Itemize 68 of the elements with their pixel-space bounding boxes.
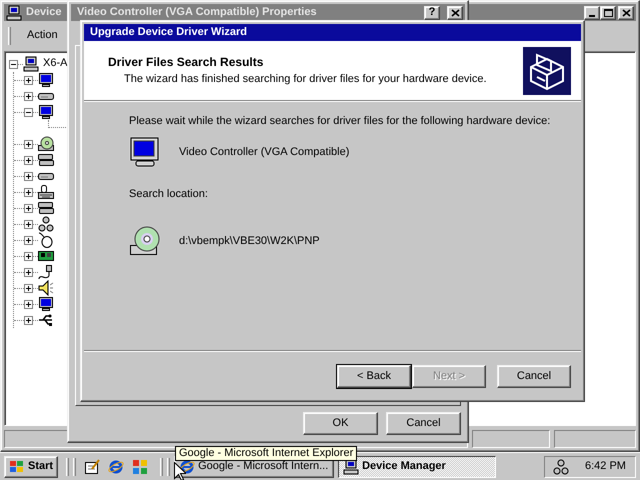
window-control-button[interactable] — [447, 6, 463, 20]
window-title: Device — [26, 6, 62, 20]
collapse-icon[interactable] — [9, 60, 18, 68]
tooltip-text: Google - Microsoft Internet Explorer — [175, 446, 358, 462]
taskbar-button[interactable]: Device Manager — [338, 456, 496, 478]
monitor-icon — [129, 136, 161, 168]
collapse-icon[interactable] — [24, 108, 33, 116]
circuit-card-icon — [38, 248, 54, 264]
button[interactable]: < Back — [337, 365, 411, 388]
browser-icon — [179, 458, 196, 474]
expand-icon[interactable] — [24, 140, 33, 148]
menu-item[interactable]: Action — [19, 29, 66, 43]
button[interactable]: Cancel — [386, 412, 461, 435]
close-icon — [450, 8, 460, 16]
close-icon — [622, 8, 630, 16]
expand-icon[interactable] — [24, 300, 33, 308]
expand-icon[interactable] — [24, 92, 33, 100]
expand-icon[interactable] — [24, 316, 33, 324]
computer-icon — [6, 4, 22, 20]
expand-icon[interactable] — [24, 236, 33, 244]
drive-stack-icon — [38, 152, 54, 168]
toolbar-grip — [8, 27, 11, 45]
monitor-icon — [38, 72, 54, 88]
help-button[interactable]: ? — [424, 6, 440, 20]
expand-icon[interactable] — [24, 156, 33, 164]
location-label: Search location: — [129, 188, 209, 202]
button[interactable]: OK — [303, 412, 378, 435]
expand-icon[interactable] — [24, 188, 33, 196]
header-title: Driver Files Search Results — [108, 54, 264, 70]
window-control-button[interactable] — [600, 6, 616, 20]
expand-icon[interactable] — [24, 252, 33, 260]
window-control-button[interactable] — [618, 6, 634, 20]
location-path: d:\vbempk\VBE30\W2K\PNP — [179, 234, 320, 248]
network-icon — [38, 216, 54, 232]
cd-drive-icon — [129, 225, 161, 258]
hardware-box-icon — [523, 46, 571, 94]
network-icon — [553, 458, 569, 474]
expand-icon[interactable] — [24, 76, 33, 84]
button[interactable]: Cancel — [497, 365, 571, 388]
disc-drive-icon — [38, 136, 54, 152]
window-title: Upgrade Device Driver Wizard — [89, 26, 248, 40]
tree-item-label[interactable]: X6-A — [43, 57, 68, 71]
monitor-icon — [38, 296, 54, 312]
monitor-icon — [38, 104, 54, 120]
clock: 6:42 PM — [585, 460, 626, 474]
maximize-icon — [604, 8, 612, 16]
window-control-button[interactable] — [584, 6, 600, 20]
window-title: Video Controller (VGA Compatible) Properties — [76, 6, 317, 20]
expand-icon[interactable] — [24, 268, 33, 276]
usb-icon — [38, 312, 54, 328]
expand-icon[interactable] — [24, 204, 33, 212]
plug-icon — [38, 264, 54, 280]
minimize-icon — [589, 14, 595, 16]
color-squares-icon[interactable] — [132, 458, 148, 474]
intro-text: Please wait while the wizard searches for driver files for the following hardware device: — [129, 115, 552, 128]
expand-icon[interactable] — [24, 220, 33, 228]
header-subtitle: The wizard has finished searching for driver files for your hardware device. — [123, 73, 487, 86]
start-button[interactable]: Start — [4, 456, 58, 478]
device-name: Video Controller (VGA Compatible) — [179, 146, 350, 160]
expand-icon[interactable] — [24, 172, 33, 180]
drive-stack-icon — [38, 200, 54, 216]
keyboard-icon — [38, 184, 54, 200]
browser-icon[interactable] — [108, 458, 124, 474]
pad-pencil-icon[interactable] — [84, 458, 100, 474]
computer-icon — [23, 56, 39, 72]
mouse-icon — [38, 232, 54, 248]
windows-logo-icon — [9, 460, 25, 474]
expand-icon[interactable] — [24, 284, 33, 292]
